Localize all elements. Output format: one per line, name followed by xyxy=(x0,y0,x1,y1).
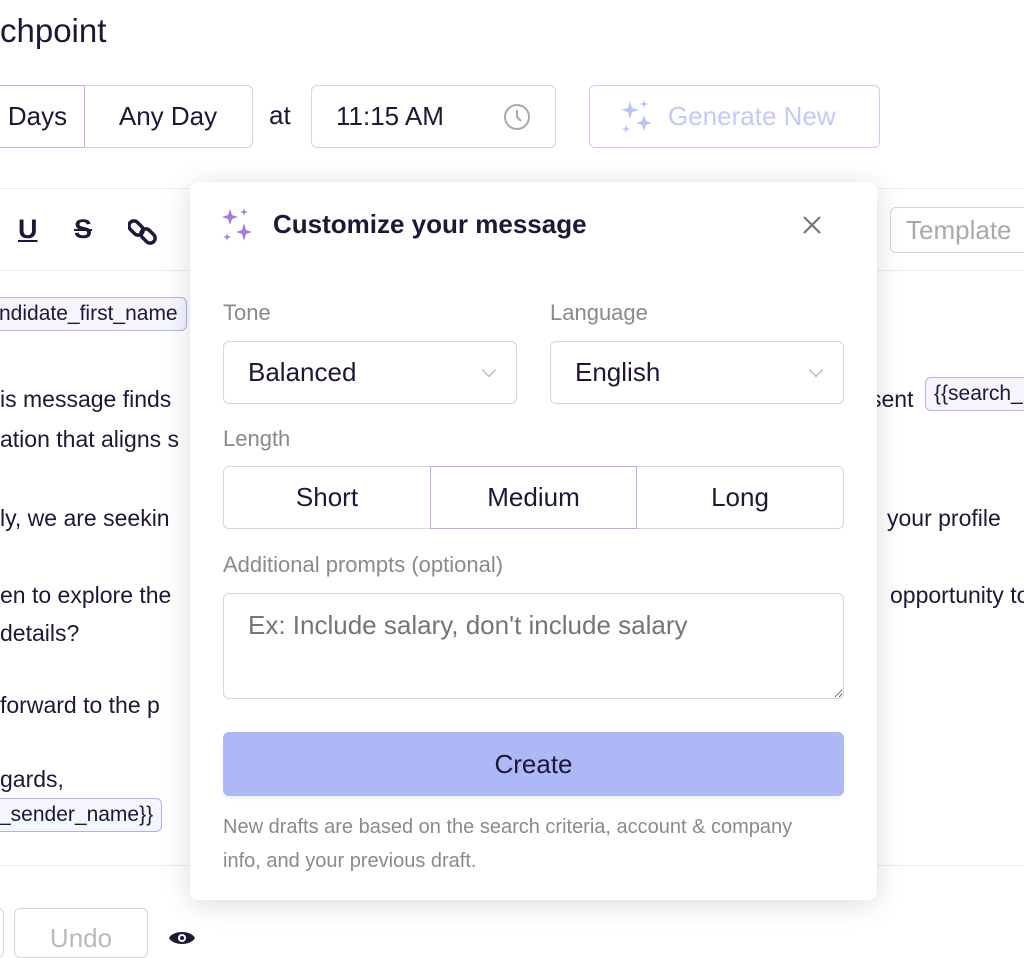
additional-prompts-input[interactable] xyxy=(223,593,844,699)
page-title: chpoint xyxy=(0,12,107,49)
at-label: at xyxy=(269,100,291,130)
variable-chip-first-name[interactable]: ndidate_first_name xyxy=(0,297,187,331)
footer-button[interactable] xyxy=(0,908,4,958)
body-line: ly, we are seekin xyxy=(0,505,170,531)
time-input[interactable]: 11:15 AM xyxy=(311,85,556,148)
tone-value: Balanced xyxy=(248,357,357,387)
length-short-label: Short xyxy=(295,482,359,512)
generate-label: Generate New xyxy=(668,101,836,131)
any-day-label: Any Day xyxy=(118,101,218,131)
link-icon[interactable] xyxy=(128,216,158,246)
dialog-note: New drafts are based on the search crite… xyxy=(223,816,793,872)
length-option-medium[interactable]: Medium xyxy=(430,466,637,529)
length-medium-label: Medium xyxy=(487,482,580,512)
variable-chip-search[interactable]: {{search_ xyxy=(925,377,1024,411)
create-button[interactable]: Create xyxy=(223,732,844,796)
undo-button[interactable]: Undo xyxy=(14,908,148,958)
body-line: opportunity to xyxy=(890,582,1024,608)
any-day-option[interactable]: Any Day xyxy=(84,85,253,148)
body-line: gards, xyxy=(0,766,64,792)
language-value: English xyxy=(575,357,661,387)
length-option-short[interactable]: Short xyxy=(223,466,431,529)
dialog-title: Customize your message xyxy=(273,209,587,239)
body-line: is message finds xyxy=(0,386,172,412)
template-label: Template xyxy=(906,214,1012,245)
language-label: Language xyxy=(550,300,648,325)
body-line: ation that aligns s xyxy=(0,426,180,452)
prompts-label: Additional prompts (optional) xyxy=(223,552,504,577)
tone-select[interactable]: Balanced xyxy=(223,341,517,404)
template-button[interactable]: Template xyxy=(890,207,1024,253)
body-line: forward to the p xyxy=(0,692,160,718)
length-long-label: Long xyxy=(711,482,769,512)
body-line: your profile xyxy=(887,505,1001,531)
days-label: Days xyxy=(7,101,68,131)
sparkle-icon xyxy=(621,99,652,133)
customize-message-dialog: Customize your message Tone Language Bal… xyxy=(190,182,877,900)
body-line: details? xyxy=(0,620,80,646)
create-label: Create xyxy=(494,748,573,779)
chevron-down-icon xyxy=(808,362,824,377)
chevron-down-icon xyxy=(481,362,497,377)
strikethrough-icon[interactable]: S xyxy=(74,214,92,245)
eye-icon[interactable] xyxy=(168,928,196,948)
close-icon[interactable] xyxy=(801,214,823,236)
underline-icon[interactable]: U xyxy=(18,214,38,245)
length-option-long[interactable]: Long xyxy=(636,466,844,529)
generate-new-button[interactable]: Generate New xyxy=(589,85,880,148)
tone-label: Tone xyxy=(223,300,271,325)
length-label: Length xyxy=(223,426,291,451)
time-value: 11:15 AM xyxy=(336,101,444,131)
body-line: en to explore the xyxy=(0,582,172,608)
clock-icon xyxy=(504,104,530,130)
language-select[interactable]: English xyxy=(550,341,844,404)
sparkle-icon xyxy=(222,208,252,241)
days-option[interactable]: Days xyxy=(0,85,85,148)
variable-chip-sender[interactable]: _sender_name}} xyxy=(0,798,163,832)
